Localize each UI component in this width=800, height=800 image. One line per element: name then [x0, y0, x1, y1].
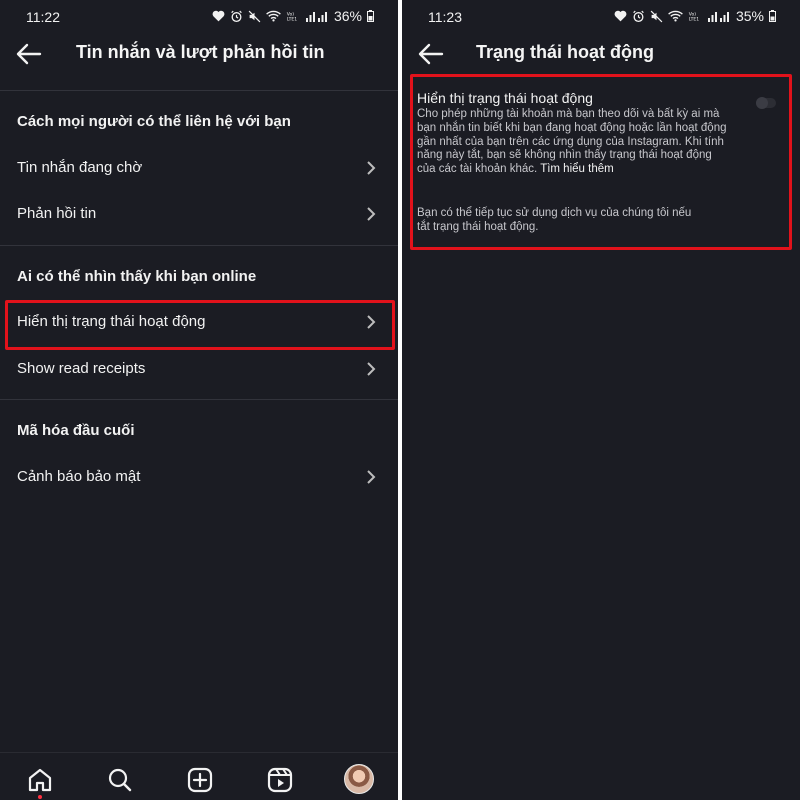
divider	[0, 90, 398, 91]
status-time: 11:22	[26, 9, 60, 25]
back-arrow-icon[interactable]	[14, 40, 44, 68]
status-bar: 11:22 Vo) LTE1 36%	[0, 0, 398, 32]
mute-icon	[650, 10, 663, 22]
status-bar: 11:23 Vo) LTE1 35%	[402, 0, 800, 32]
search-icon	[108, 768, 132, 792]
reels-icon	[267, 767, 293, 793]
wifi-icon	[266, 10, 281, 22]
row-read-receipts[interactable]: Show read receipts	[0, 347, 398, 391]
section-header-encryption: Mã hóa đầu cuối	[17, 422, 135, 439]
page-title: Tin nhắn và lượt phản hồi tin	[76, 42, 325, 62]
home-icon	[28, 768, 52, 792]
bottom-navigation	[0, 752, 398, 800]
create-icon	[187, 767, 213, 793]
learn-more-link[interactable]: Tìm hiểu thêm	[540, 163, 614, 175]
row-security-alerts[interactable]: Cảnh báo bảo mật	[0, 455, 398, 499]
chevron-right-icon	[367, 315, 376, 329]
svg-text:LTE1: LTE1	[689, 17, 699, 23]
battery-percentage: 36%	[333, 8, 362, 24]
row-pending-messages[interactable]: Tin nhắn đang chờ	[0, 146, 398, 190]
row-story-replies[interactable]: Phản hồi tin	[0, 192, 398, 236]
lte-icon: Vo)LTE1	[689, 11, 699, 23]
status-icons: Vo) LTE1 35%	[614, 8, 776, 24]
row-activity-status[interactable]: Hiển thị trạng thái hoạt động	[0, 300, 398, 344]
setting-note: Bạn có thể tiếp tục sử dụng dịch vụ của …	[417, 207, 692, 233]
page-title: Trạng thái hoạt động	[476, 42, 654, 62]
messages-settings-screen: 11:22 Vo) LTE1 36% Tin nhắn và lượt phản …	[0, 0, 398, 800]
row-label: Cảnh báo bảo mật	[17, 468, 141, 485]
chevron-right-icon	[367, 161, 376, 175]
wifi-icon	[668, 10, 683, 22]
row-label: Show read receipts	[17, 360, 146, 377]
heart-icon	[614, 10, 627, 22]
activity-status-setting: Hiển thị trạng thái hoạt động Cho phép n…	[410, 74, 790, 250]
battery-icon	[367, 10, 374, 22]
svg-text:Vo): Vo)	[689, 11, 696, 17]
svg-text:Vo): Vo)	[287, 11, 294, 17]
nav-create[interactable]	[187, 767, 213, 793]
lte-icon: Vo)LTE1	[287, 11, 297, 23]
section-header-contact: Cách mọi người có thể liên hệ với bạn	[17, 113, 291, 130]
toggle-knob	[756, 97, 768, 109]
mute-icon	[248, 10, 261, 22]
row-label: Tin nhắn đang chờ	[17, 159, 143, 176]
chevron-right-icon	[367, 207, 376, 221]
activity-status-screen: 11:23 Vo) LTE1 35% Trạng thái hoạt động H…	[402, 0, 800, 800]
signal-icon	[707, 12, 729, 22]
nav-search[interactable]	[107, 767, 133, 793]
chevron-right-icon	[367, 470, 376, 484]
setting-description: Cho phép những tài khoản mà bạn theo dõi…	[417, 108, 729, 177]
section-header-online: Ai có thể nhìn thấy khi bạn online	[17, 268, 257, 285]
row-label: Hiển thị trạng thái hoạt động	[17, 313, 206, 330]
heart-icon	[212, 10, 225, 22]
battery-percentage: 35%	[735, 8, 764, 24]
svg-text:LTE1: LTE1	[287, 17, 297, 23]
status-icons: Vo) LTE1 36%	[212, 8, 374, 24]
signal-icon	[305, 12, 327, 22]
setting-title: Hiển thị trạng thái hoạt động	[417, 90, 593, 106]
back-arrow-icon[interactable]	[416, 40, 446, 68]
profile-avatar[interactable]	[344, 764, 374, 794]
notification-dot	[38, 795, 42, 799]
divider	[0, 245, 398, 246]
alarm-icon	[231, 10, 242, 22]
chevron-right-icon	[367, 362, 376, 376]
nav-home[interactable]	[27, 767, 53, 799]
divider	[0, 399, 398, 400]
battery-icon	[769, 10, 776, 22]
status-time: 11:23	[428, 9, 462, 25]
activity-status-toggle[interactable]	[756, 97, 776, 109]
screen-header: Tin nhắn và lượt phản hồi tin	[0, 32, 398, 76]
row-label: Phản hồi tin	[17, 205, 97, 222]
alarm-icon	[633, 10, 644, 22]
screen-header: Trạng thái hoạt động	[402, 32, 800, 76]
nav-reels[interactable]	[267, 767, 293, 793]
